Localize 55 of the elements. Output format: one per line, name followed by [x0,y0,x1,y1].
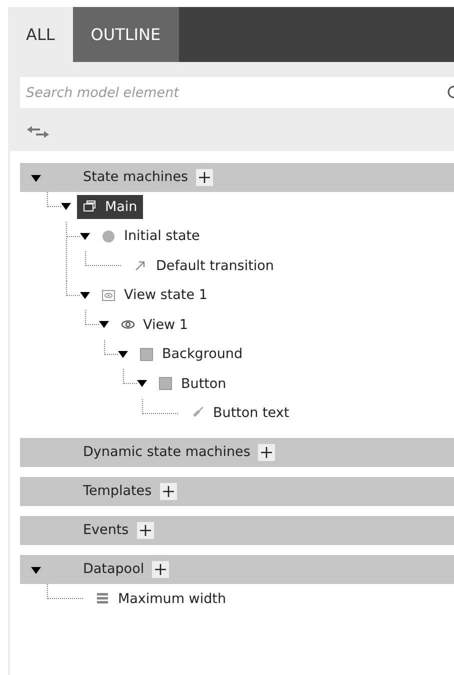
connector-line [142,398,178,414]
eye-icon [121,318,135,332]
window-icon [83,200,97,214]
view-state-icon [102,288,116,302]
section-header[interactable]: Dynamic state machines [20,438,454,467]
expand-arrow-icon[interactable] [137,380,147,388]
list-icon [96,592,110,606]
connector-line [104,340,118,354]
expand-arrow-icon[interactable] [118,350,128,358]
tree-item[interactable]: Maximum width [90,586,232,611]
section-header[interactable]: Datapool [20,555,454,584]
plus-icon [140,525,151,536]
section-header[interactable]: State machines [20,163,454,192]
tree-item[interactable]: View 1 [115,312,194,337]
connector-line [123,369,137,384]
add-button[interactable] [160,483,177,500]
section-header[interactable]: Templates [20,477,454,506]
connector-line [85,310,99,325]
plus-icon [155,564,166,575]
add-button[interactable] [196,169,214,186]
tree-item[interactable]: Main [77,194,144,219]
tree-item[interactable]: Initial state [96,224,206,248]
search-field[interactable]: Search model element [20,77,454,108]
connector-line [47,192,61,207]
tab[interactable]: ALL [8,7,73,62]
plus-icon [261,447,272,458]
tag-icon [191,406,205,420]
expand-arrow-icon[interactable] [80,232,90,240]
expand-arrow-icon[interactable] [31,175,41,182]
tree-item[interactable]: Background [134,342,249,366]
section-title: Events [83,521,129,540]
add-button[interactable] [136,522,154,539]
section-title: State machines [83,168,188,188]
circle-icon [102,230,116,243]
plus-icon [162,486,174,497]
expand-arrow-icon[interactable] [99,321,109,328]
tree-item[interactable]: Button [153,372,232,396]
plus-icon [199,172,210,183]
tree-item[interactable]: Button text [185,401,296,426]
tab[interactable]: OUTLINE [72,7,179,62]
tree-item[interactable]: Default transition [128,254,280,278]
square-icon [140,348,154,361]
add-button[interactable] [152,561,170,578]
section-title: Dynamic state machines [83,443,250,462]
tree-item[interactable]: View state 1 [96,283,214,308]
swap-icon[interactable] [27,126,49,138]
connector-line [85,251,121,266]
add-button[interactable] [258,444,276,461]
connector-line [47,584,83,599]
expand-arrow-icon[interactable] [31,567,41,574]
section-title: Datapool [83,560,144,580]
expand-arrow-icon[interactable] [80,292,90,299]
section-header[interactable]: Events [20,516,454,545]
square-icon [159,377,173,390]
section-title: Templates [83,482,152,502]
